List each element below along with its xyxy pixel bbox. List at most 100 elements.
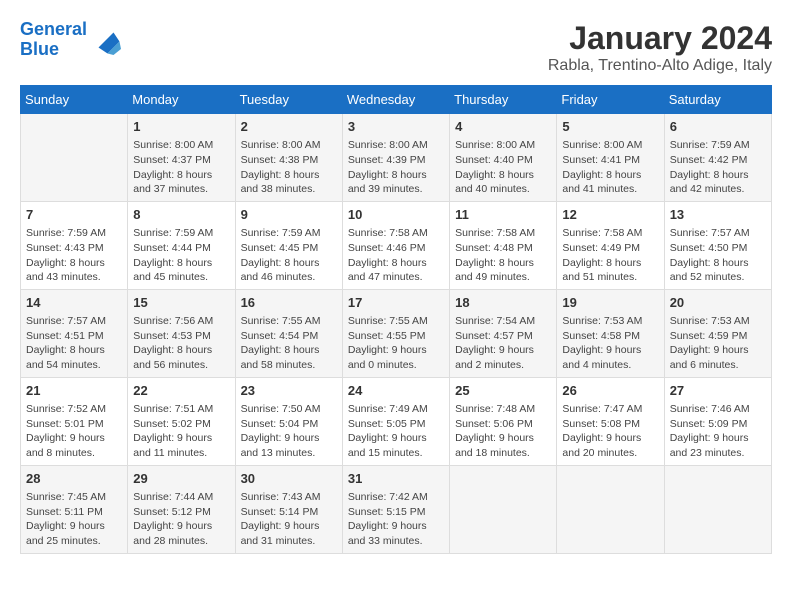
calendar-week-row: 1 Sunrise: 8:00 AMSunset: 4:37 PMDaylight… [21,114,772,202]
calendar-cell: 17 Sunrise: 7:55 AMSunset: 4:55 PMDayligh… [342,289,449,377]
cell-info: Sunrise: 7:55 AMSunset: 4:55 PMDaylight:… [348,314,444,373]
cell-info: Sunrise: 7:59 AMSunset: 4:45 PMDaylight:… [241,226,337,285]
cell-info: Sunrise: 8:00 AMSunset: 4:37 PMDaylight:… [133,138,229,197]
day-number: 18 [455,294,551,312]
calendar-cell: 8Sunrise: 7:59 AMSunset: 4:44 PMDaylight… [128,201,235,289]
cell-info: Sunrise: 8:00 AMSunset: 4:41 PMDaylight:… [562,138,658,197]
calendar-cell: 16 Sunrise: 7:55 AMSunset: 4:54 PMDayligh… [235,289,342,377]
cell-info: Sunrise: 7:48 AMSunset: 5:06 PMDaylight:… [455,402,551,461]
cell-info: Sunrise: 7:45 AMSunset: 5:11 PMDaylight:… [26,490,122,549]
calendar-cell: 11Sunrise: 7:58 AMSunset: 4:48 PMDayligh… [450,201,557,289]
calendar-cell: 4 Sunrise: 8:00 AMSunset: 4:40 PMDaylight… [450,114,557,202]
day-number: 17 [348,294,444,312]
cell-info: Sunrise: 7:59 AMSunset: 4:42 PMDaylight:… [670,138,766,197]
cell-info: Sunrise: 7:59 AMSunset: 4:43 PMDaylight:… [26,226,122,285]
cell-info: Sunrise: 7:58 AMSunset: 4:46 PMDaylight:… [348,226,444,285]
calendar-cell: 24 Sunrise: 7:49 AMSunset: 5:05 PMDayligh… [342,377,449,465]
calendar-cell [557,465,664,553]
cell-info: Sunrise: 8:00 AMSunset: 4:38 PMDaylight:… [241,138,337,197]
calendar-cell: 28 Sunrise: 7:45 AMSunset: 5:11 PMDayligh… [21,465,128,553]
day-number: 10 [348,206,444,224]
day-number: 20 [670,294,766,312]
calendar-cell: 30 Sunrise: 7:43 AMSunset: 5:14 PMDayligh… [235,465,342,553]
cell-info: Sunrise: 7:53 AMSunset: 4:59 PMDaylight:… [670,314,766,373]
calendar-cell: 2 Sunrise: 8:00 AMSunset: 4:38 PMDaylight… [235,114,342,202]
cell-info: Sunrise: 8:00 AMSunset: 4:39 PMDaylight:… [348,138,444,197]
day-number: 7 [26,206,122,224]
header-sunday: Sunday [21,86,128,114]
calendar-week-row: 7 Sunrise: 7:59 AMSunset: 4:43 PMDaylight… [21,201,772,289]
day-number: 8 [133,206,229,224]
month-title: January 2024 [548,20,772,57]
calendar-cell: 14Sunrise: 7:57 AMSunset: 4:51 PMDayligh… [21,289,128,377]
day-number: 28 [26,470,122,488]
day-number: 16 [241,294,337,312]
logo-text: General Blue [20,20,87,60]
calendar-week-row: 21Sunrise: 7:52 AMSunset: 5:01 PMDayligh… [21,377,772,465]
day-number: 25 [455,382,551,400]
day-number: 27 [670,382,766,400]
day-number: 22 [133,382,229,400]
day-number: 2 [241,118,337,136]
calendar-cell: 26Sunrise: 7:47 AMSunset: 5:08 PMDayligh… [557,377,664,465]
cell-info: Sunrise: 7:44 AMSunset: 5:12 PMDaylight:… [133,490,229,549]
location-title: Rabla, Trentino-Alto Adige, Italy [548,57,772,75]
calendar-cell: 27 Sunrise: 7:46 AMSunset: 5:09 PMDayligh… [664,377,771,465]
calendar-cell: 7 Sunrise: 7:59 AMSunset: 4:43 PMDaylight… [21,201,128,289]
day-number: 23 [241,382,337,400]
calendar-cell: 5 Sunrise: 8:00 AMSunset: 4:41 PMDaylight… [557,114,664,202]
day-number: 19 [562,294,658,312]
cell-info: Sunrise: 7:58 AMSunset: 4:49 PMDaylight:… [562,226,658,285]
calendar-cell: 21Sunrise: 7:52 AMSunset: 5:01 PMDayligh… [21,377,128,465]
day-number: 21 [26,382,122,400]
calendar-cell: 13 Sunrise: 7:57 AMSunset: 4:50 PMDayligh… [664,201,771,289]
calendar-cell: 22Sunrise: 7:51 AMSunset: 5:02 PMDayligh… [128,377,235,465]
day-number: 12 [562,206,658,224]
calendar-table: SundayMondayTuesdayWednesdayThursdayFrid… [20,85,772,554]
day-number: 4 [455,118,551,136]
calendar-cell: 10 Sunrise: 7:58 AMSunset: 4:46 PMDayligh… [342,201,449,289]
cell-info: Sunrise: 7:42 AMSunset: 5:15 PMDaylight:… [348,490,444,549]
day-number: 29 [133,470,229,488]
logo-line1: General [20,19,87,39]
day-number: 15 [133,294,229,312]
cell-info: Sunrise: 7:46 AMSunset: 5:09 PMDaylight:… [670,402,766,461]
cell-info: Sunrise: 7:53 AMSunset: 4:58 PMDaylight:… [562,314,658,373]
page-header: General Blue January 2024 Rabla, Trentin… [20,20,772,75]
cell-info: Sunrise: 7:55 AMSunset: 4:54 PMDaylight:… [241,314,337,373]
day-number: 24 [348,382,444,400]
cell-info: Sunrise: 7:56 AMSunset: 4:53 PMDaylight:… [133,314,229,373]
cell-info: Sunrise: 7:57 AMSunset: 4:51 PMDaylight:… [26,314,122,373]
day-number: 13 [670,206,766,224]
cell-info: Sunrise: 7:58 AMSunset: 4:48 PMDaylight:… [455,226,551,285]
calendar-cell: 19 Sunrise: 7:53 AMSunset: 4:58 PMDayligh… [557,289,664,377]
calendar-cell: 29 Sunrise: 7:44 AMSunset: 5:12 PMDayligh… [128,465,235,553]
cell-info: Sunrise: 7:57 AMSunset: 4:50 PMDaylight:… [670,226,766,285]
calendar-header-row: SundayMondayTuesdayWednesdayThursdayFrid… [21,86,772,114]
title-block: January 2024 Rabla, Trentino-Alto Adige,… [548,20,772,75]
calendar-cell: 20 Sunrise: 7:53 AMSunset: 4:59 PMDayligh… [664,289,771,377]
header-thursday: Thursday [450,86,557,114]
cell-info: Sunrise: 7:43 AMSunset: 5:14 PMDaylight:… [241,490,337,549]
calendar-cell: 6 Sunrise: 7:59 AMSunset: 4:42 PMDaylight… [664,114,771,202]
calendar-cell: 23 Sunrise: 7:50 AMSunset: 5:04 PMDayligh… [235,377,342,465]
calendar-cell: 15 Sunrise: 7:56 AMSunset: 4:53 PMDayligh… [128,289,235,377]
logo-icon [91,25,121,55]
calendar-cell [450,465,557,553]
cell-info: Sunrise: 7:50 AMSunset: 5:04 PMDaylight:… [241,402,337,461]
header-tuesday: Tuesday [235,86,342,114]
header-wednesday: Wednesday [342,86,449,114]
logo-line2: Blue [20,39,59,59]
day-number: 30 [241,470,337,488]
cell-info: Sunrise: 8:00 AMSunset: 4:40 PMDaylight:… [455,138,551,197]
calendar-cell: 31 Sunrise: 7:42 AMSunset: 5:15 PMDayligh… [342,465,449,553]
day-number: 5 [562,118,658,136]
day-number: 31 [348,470,444,488]
day-number: 6 [670,118,766,136]
calendar-cell: 1 Sunrise: 8:00 AMSunset: 4:37 PMDaylight… [128,114,235,202]
cell-info: Sunrise: 7:49 AMSunset: 5:05 PMDaylight:… [348,402,444,461]
calendar-cell: 25 Sunrise: 7:48 AMSunset: 5:06 PMDayligh… [450,377,557,465]
day-number: 1 [133,118,229,136]
day-number: 3 [348,118,444,136]
header-friday: Friday [557,86,664,114]
